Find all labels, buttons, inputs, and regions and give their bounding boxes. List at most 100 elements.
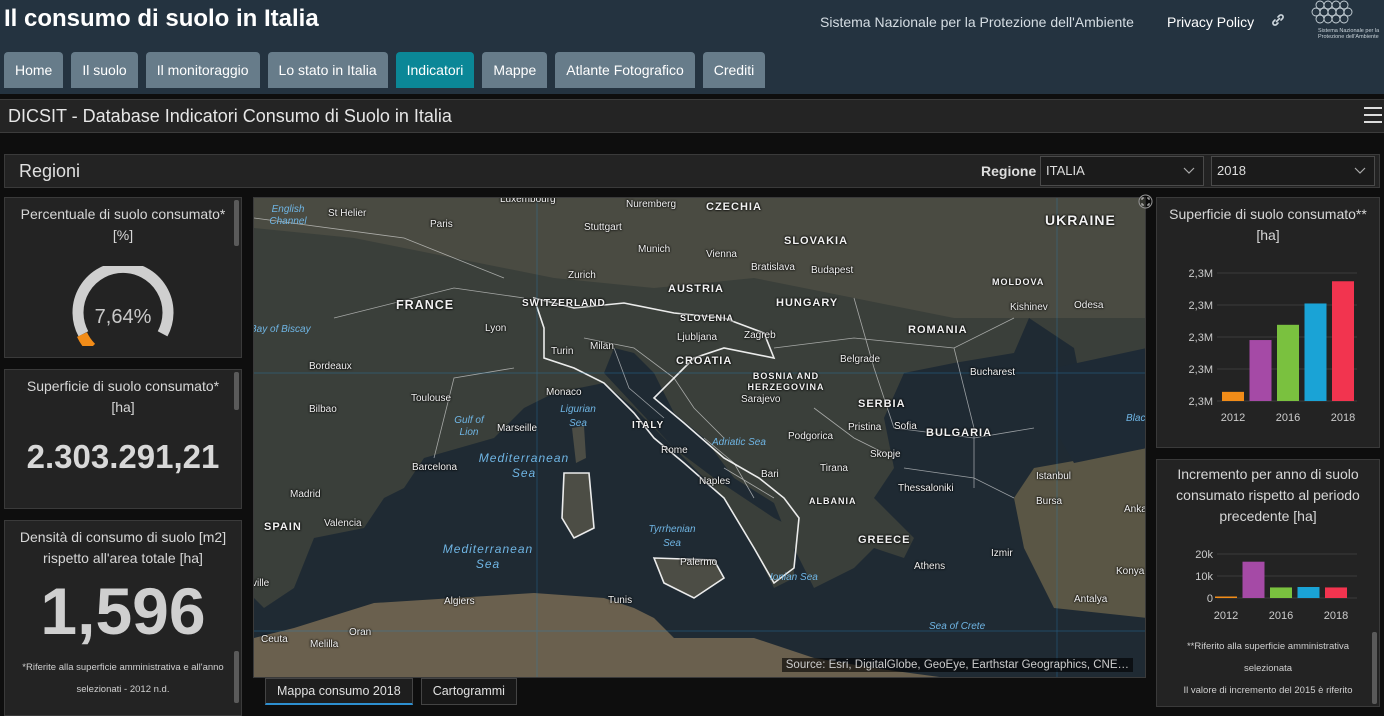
- map-attribution[interactable]: Source: Esri, DigitalGlobe, GeoEye, Eart…: [781, 658, 1133, 672]
- map-label-country: SERBIA: [858, 398, 906, 410]
- site-title[interactable]: Il consumo di suolo in Italia: [4, 5, 319, 33]
- hamburger-menu-icon[interactable]: [1364, 107, 1382, 123]
- chart-bar: [1242, 561, 1265, 598]
- percent-consumed-title: Percentuale di suolo consumato* [%]: [20, 206, 226, 243]
- nav-tab-il-monitoraggio[interactable]: Il monitoraggio: [145, 52, 260, 88]
- snpa-logo[interactable]: [1306, 0, 1380, 50]
- density-value: 1,596: [40, 574, 206, 648]
- snpa-link[interactable]: Sistema Nazionale per la Protezione dell…: [820, 14, 1134, 30]
- map-label-country: ITALY: [632, 420, 665, 431]
- map-tabs: Mappa consumo 2018 Cartogrammi: [265, 678, 517, 705]
- map-label-city: Algiers: [444, 596, 475, 607]
- map-label-country: HUNGARY: [776, 297, 839, 309]
- density-card: Densità di consumo di suolo [m2] rispett…: [4, 520, 242, 716]
- tab-mappa-consumo[interactable]: Mappa consumo 2018: [265, 678, 413, 705]
- map-label-city: Thessaloniki: [898, 483, 954, 494]
- map-label-city: Lyon: [485, 323, 507, 334]
- map-label-city: Barcelona: [412, 462, 458, 473]
- map-label-city: Madrid: [290, 489, 321, 500]
- map-label-city: Kishinev: [1010, 302, 1048, 313]
- nav-tab-indicatori[interactable]: Indicatori: [395, 52, 475, 88]
- surface-consumed-value: 2.303.291,21: [26, 438, 220, 475]
- dashboard-title-bar: DICSIT - Database Indicatori Consumo di …: [0, 99, 1384, 133]
- nav-tab-atlante-fotografico[interactable]: Atlante Fotografico: [555, 52, 695, 88]
- map-label-sea: Ligurian Sea: [560, 404, 596, 429]
- map-label-country: ALBANIA: [809, 496, 857, 506]
- map-label-country: SLOVENIA: [680, 313, 735, 323]
- chart-y-tick-label: 0: [1207, 593, 1213, 605]
- map-label-sea: Blac: [1126, 413, 1146, 424]
- map-label-city: Oran: [349, 627, 372, 638]
- map-label-city: Stuttgart: [584, 222, 622, 233]
- map-label-city: Monaco: [546, 387, 582, 398]
- map-label-city: Melilla: [310, 639, 339, 650]
- region-header: Regioni Regione ITALIA 2018: [4, 154, 1380, 188]
- region-select-value: ITALIA: [1046, 163, 1085, 178]
- tab-cartogrammi[interactable]: Cartogrammi: [420, 678, 517, 705]
- map-label-city: ville: [253, 578, 270, 589]
- map-label-city: Bilbao: [309, 404, 337, 415]
- chart-bar: [1249, 340, 1272, 401]
- chart2-note-2: Il valore di incremento del 2015 è rifer…: [1183, 685, 1353, 696]
- card-scrollbar[interactable]: [1372, 632, 1377, 704]
- surface-consumed-card: Superficie di suolo consumato* [ha] 2.30…: [4, 369, 242, 509]
- map-label-city: Konya: [1116, 566, 1145, 577]
- map-label-country: CROATIA: [676, 355, 733, 367]
- map-label-city: Toulouse: [411, 393, 452, 404]
- map-label-country: BOSNIA AND HERZEGOVINA: [747, 371, 825, 392]
- map-label-sea: Mediterranean Sea: [478, 451, 570, 480]
- map-label-city: Naples: [699, 476, 731, 487]
- nav-tab-lo-stato-in-italia[interactable]: Lo stato in Italia: [267, 52, 388, 88]
- percent-consumed-value: 7,64%: [94, 306, 152, 328]
- map-label-city: Rome: [661, 445, 688, 456]
- surface-chart-card: Superficie di suolo consumato** [ha] 2,3…: [1156, 197, 1380, 448]
- card-scrollbar[interactable]: [234, 372, 239, 410]
- map-label-sea: English Channel: [269, 204, 307, 227]
- map-label-city: Paris: [430, 219, 453, 230]
- surface-bar-chart: 2,3M 2,3M 2,3M 2,3M 2,3M 2012 2016 2018: [1189, 268, 1357, 424]
- card-scrollbar[interactable]: [234, 200, 239, 246]
- map-label-city: Podgorica: [788, 431, 834, 442]
- card-scrollbar[interactable]: [234, 651, 239, 703]
- map-view[interactable]: FRANCE SWITZERLAND AUSTRIA CZECHIA SLOVA…: [253, 197, 1146, 678]
- nav-tab-il-suolo[interactable]: Il suolo: [71, 52, 138, 88]
- map-label-city: Belgrade: [840, 354, 881, 365]
- region-header-title: Regioni: [19, 161, 81, 181]
- map-label-country: GREECE: [858, 534, 911, 546]
- map-label-sea: Mediterranean Sea: [442, 542, 534, 571]
- region-select[interactable]: ITALIA: [1040, 156, 1204, 186]
- chevron-down-icon: [1183, 167, 1195, 174]
- map-label-city: Sofia: [894, 421, 917, 432]
- map-label-city: Ceuta: [261, 634, 288, 645]
- map-label-city: Vienna: [706, 249, 737, 260]
- main-nav: Home Il suolo Il monitoraggio Lo stato i…: [4, 52, 766, 88]
- map-label-sea: Gulf of Lion: [454, 415, 484, 438]
- map-label-country: ROMANIA: [908, 324, 968, 336]
- link-icon[interactable]: [1270, 12, 1286, 31]
- chart-x-tick-label: 2018: [1324, 610, 1348, 622]
- chart-y-tick-label: 2,3M: [1189, 396, 1213, 408]
- nav-tab-crediti[interactable]: Crediti: [702, 52, 766, 88]
- map-label-city: Bursa: [1036, 496, 1063, 507]
- map-label-city: Turin: [551, 346, 574, 357]
- chart-y-tick-label: 2,3M: [1189, 332, 1213, 344]
- map-label-country: SPAIN: [264, 521, 302, 533]
- map-label-country: CZECHIA: [706, 201, 762, 213]
- map-label-country: MOLDOVA: [992, 277, 1045, 287]
- nav-tab-home[interactable]: Home: [4, 52, 64, 88]
- chart-x-tick-label: 2012: [1214, 610, 1238, 622]
- map-label-city: Zurich: [568, 270, 596, 281]
- expand-map-icon[interactable]: [1138, 194, 1153, 209]
- map-label-city: Tirana: [820, 463, 848, 474]
- nav-tab-mappe[interactable]: Mappe: [482, 52, 548, 88]
- map-label-country: SLOVAKIA: [784, 235, 849, 247]
- map-label-sea: Bay of Biscay: [253, 324, 311, 335]
- site-header: Il consumo di suolo in Italia Sistema Na…: [0, 0, 1384, 94]
- chart-y-tick-label: 10k: [1195, 571, 1213, 583]
- map-label-city: Bari: [761, 469, 779, 480]
- chart-x-tick-label: 2016: [1269, 610, 1293, 622]
- year-select[interactable]: 2018: [1211, 156, 1375, 186]
- region-label: Regione: [981, 163, 1037, 179]
- privacy-policy-link[interactable]: Privacy Policy: [1167, 14, 1254, 30]
- map-label-city: Anka: [1124, 504, 1146, 515]
